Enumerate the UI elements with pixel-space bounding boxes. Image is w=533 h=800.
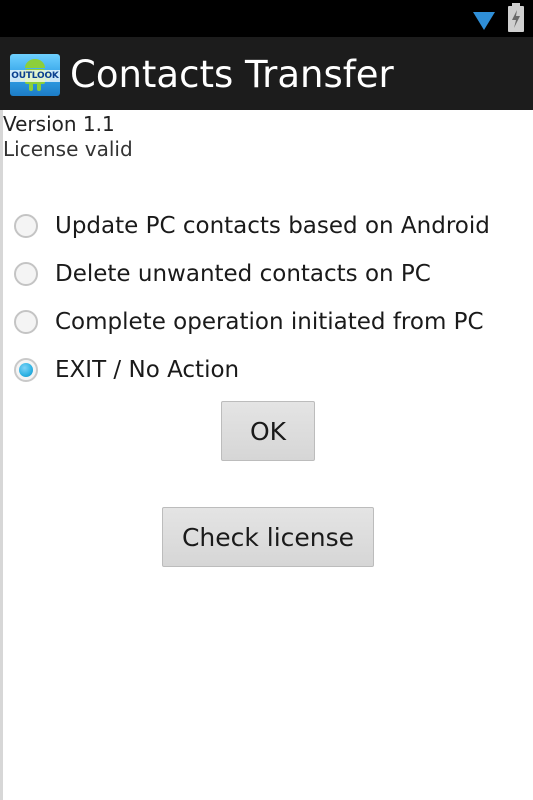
radio-button[interactable] xyxy=(14,214,38,238)
check-license-button[interactable]: Check license xyxy=(162,507,374,567)
license-status-text: License valid xyxy=(3,137,133,161)
option-delete-unwanted-contacts[interactable]: Delete unwanted contacts on PC xyxy=(14,254,431,294)
radio-button[interactable] xyxy=(14,310,38,334)
left-edge-divider xyxy=(0,110,3,800)
option-exit-no-action[interactable]: EXIT / No Action xyxy=(14,350,239,390)
app-icon-label: OUTLOOK xyxy=(10,70,60,82)
version-text: Version 1.1 xyxy=(3,112,115,136)
option-label: Update PC contacts based on Android xyxy=(55,213,490,239)
radio-button[interactable] xyxy=(14,262,38,286)
app-icon: OUTLOOK xyxy=(10,54,60,96)
battery-icon xyxy=(508,3,524,32)
option-update-pc-contacts[interactable]: Update PC contacts based on Android xyxy=(14,206,490,246)
option-label: Delete unwanted contacts on PC xyxy=(55,261,431,287)
option-label: EXIT / No Action xyxy=(55,357,240,383)
app-title: Contacts Transfer xyxy=(70,53,394,96)
wifi-icon xyxy=(473,12,495,30)
action-bar: OUTLOOK Contacts Transfer xyxy=(0,37,533,110)
option-label: Complete operation initiated from PC xyxy=(55,309,484,335)
radio-button-selected[interactable] xyxy=(14,358,38,382)
status-bar xyxy=(0,0,533,37)
ok-button[interactable]: OK xyxy=(221,401,315,461)
option-complete-operation[interactable]: Complete operation initiated from PC xyxy=(14,302,484,342)
